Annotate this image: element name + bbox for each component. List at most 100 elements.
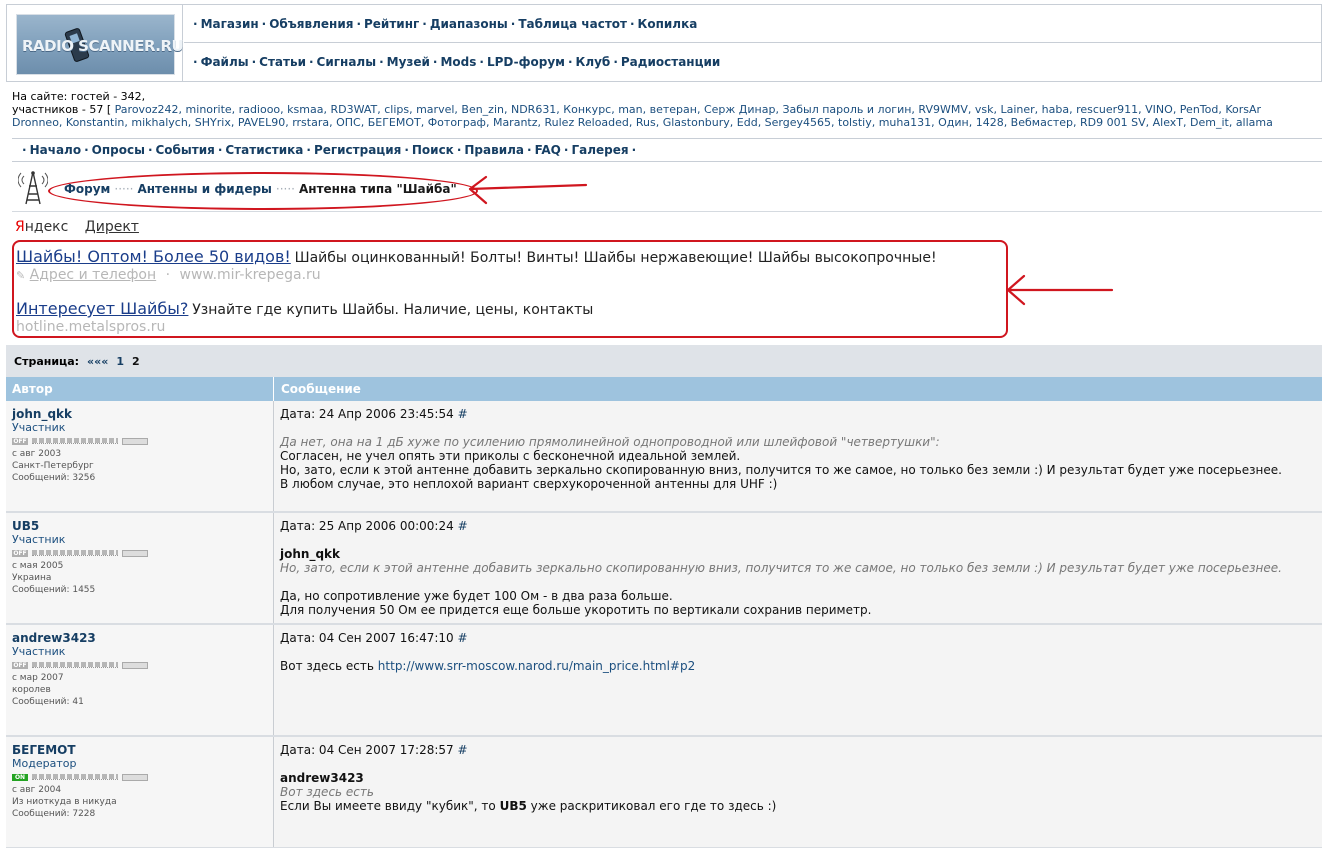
annotation-arrow-ads bbox=[1006, 274, 1114, 306]
ad-1: Шайбы! Оптом! Более 50 видов! Шайбы оцин… bbox=[16, 247, 937, 266]
post-message-cell: Дата: 04 Сен 2007 16:47:10 # Вот здесь е… bbox=[275, 625, 1322, 735]
annotation-arrow-breadcrumb bbox=[468, 175, 588, 205]
nav-signals[interactable]: Сигналы bbox=[317, 55, 377, 69]
nav-lpd-forum[interactable]: LPD-форум bbox=[487, 55, 565, 69]
nav-articles[interactable]: Статьи bbox=[259, 55, 306, 69]
pagination-page-1[interactable]: 1 bbox=[116, 355, 124, 368]
menu-polls[interactable]: Опросы bbox=[92, 143, 145, 157]
post-date: Дата: 04 Сен 2007 17:28:57 # bbox=[280, 743, 1317, 757]
post-permalink[interactable]: # bbox=[458, 407, 468, 421]
author-since: с мая 2005 bbox=[12, 561, 64, 571]
nav-shop[interactable]: Магазин bbox=[201, 17, 259, 31]
top-nav-row-2: · Файлы · Статьи · Сигналы · Музей · Mods · LP… bbox=[193, 55, 721, 69]
author-location: Из ниоткуда в никуда bbox=[12, 797, 117, 807]
author-since: с авг 2003 bbox=[12, 449, 62, 459]
online-users: На сайте: гостей - 342, участников - 57 … bbox=[12, 90, 1322, 129]
online-status-badge: OFF bbox=[12, 661, 28, 669]
post-permalink[interactable]: # bbox=[458, 743, 468, 757]
rank-bar bbox=[32, 774, 118, 780]
rank-box bbox=[122, 437, 148, 445]
author-name[interactable]: UB5 bbox=[12, 519, 267, 533]
author-name[interactable]: БЕГЕМОТ bbox=[12, 743, 267, 757]
post-message-cell: Дата: 04 Сен 2007 17:28:57 # andrew3423 … bbox=[275, 737, 1322, 847]
author-name[interactable]: john_qkk bbox=[12, 407, 267, 421]
top-nav-row-1: · Магазин · Объявления · Рейтинг · Диапазоны… bbox=[184, 5, 1322, 43]
menu-rules[interactable]: Правила bbox=[464, 143, 524, 157]
post-author-cell: andrew3423 Участник OFF с мар 2007 короле… bbox=[6, 625, 274, 735]
nav-radio-stations[interactable]: Радиостанции bbox=[621, 55, 720, 69]
post: john_qkk Участник OFF с авг 2003 Санкт-Пе… bbox=[6, 401, 1322, 513]
ad-2-title[interactable]: Интересует Шайбы? bbox=[16, 299, 188, 318]
post-body-text: Вот здесь есть bbox=[280, 659, 374, 673]
post-body-line: Да, но сопротивление уже будет 100 Ом - … bbox=[280, 589, 673, 603]
post-body-text: уже раскритиковал его где то здесь :) bbox=[530, 799, 777, 813]
nav-piggybank[interactable]: Копилка bbox=[638, 17, 698, 31]
author-rank: OFF bbox=[12, 436, 267, 446]
menu-gallery[interactable]: Галерея bbox=[571, 143, 628, 157]
site-logo[interactable]: RADIO SCANNER.RU bbox=[16, 14, 184, 75]
post-permalink[interactable]: # bbox=[458, 519, 468, 533]
quote-author: andrew3423 bbox=[280, 771, 364, 785]
breadcrumb: Форум ····· Антенны и фидеры ····· Антенна т… bbox=[64, 182, 457, 196]
breadcrumb-section[interactable]: Антенны и фидеры bbox=[137, 182, 271, 196]
ad-1-address-link[interactable]: Адрес и телефон bbox=[30, 267, 156, 283]
site-header: RADIO SCANNER.RU · Магазин · Объявления · Р… bbox=[6, 4, 1322, 82]
menu-search[interactable]: Поиск bbox=[412, 143, 454, 157]
menu-stats[interactable]: Статистика bbox=[225, 143, 303, 157]
logo-text: RADIO SCANNER.RU bbox=[22, 37, 184, 55]
nav-mods[interactable]: Mods bbox=[440, 55, 476, 69]
column-message: Сообщение bbox=[281, 382, 361, 396]
phone-icon: ✎ bbox=[16, 269, 26, 282]
nav-club[interactable]: Клуб bbox=[576, 55, 611, 69]
post: andrew3423 Участник OFF с мар 2007 короле… bbox=[6, 625, 1322, 737]
post-body-bold: UB5 bbox=[499, 799, 527, 813]
nav-ranges[interactable]: Диапазоны bbox=[430, 17, 508, 31]
post-date: Дата: 25 Апр 2006 00:00:24 # bbox=[280, 519, 1317, 533]
pagination-first[interactable]: ««« bbox=[87, 355, 108, 368]
breadcrumb-forum[interactable]: Форум bbox=[64, 182, 110, 196]
yandex-logo-rest: ндекс bbox=[24, 219, 69, 235]
menu-register[interactable]: Регистрация bbox=[314, 143, 401, 157]
author-role: Участник bbox=[12, 421, 66, 434]
author-name[interactable]: andrew3423 bbox=[12, 631, 267, 645]
breadcrumb-area: Форум ····· Антенны и фидеры ····· Антенна т… bbox=[12, 166, 1322, 212]
pagination-page-2: 2 bbox=[132, 354, 140, 368]
post-permalink[interactable]: # bbox=[458, 631, 468, 645]
post-date: Дата: 04 Сен 2007 16:47:10 # bbox=[280, 631, 1317, 645]
menu-events[interactable]: События bbox=[156, 143, 215, 157]
ad-1-url[interactable]: www.mir-krepega.ru bbox=[180, 267, 321, 283]
post-body-line: Согласен, не учел опять эти приколы с бе… bbox=[280, 449, 741, 463]
author-messages: Сообщений: 41 bbox=[12, 697, 84, 707]
direct-link[interactable]: Директ bbox=[85, 219, 139, 235]
author-role: Модератор bbox=[12, 757, 77, 770]
menu-faq[interactable]: FAQ bbox=[535, 143, 561, 157]
post-author-cell: UB5 Участник OFF с мая 2005 Украина Сообще… bbox=[6, 513, 274, 623]
post-link[interactable]: http://www.srr-moscow.narod.ru/main_pric… bbox=[378, 659, 695, 673]
ad-1-title[interactable]: Шайбы! Оптом! Более 50 видов! bbox=[16, 247, 291, 266]
online-user-list-1[interactable]: Parovoz242, minorite, radiooo, ksmaa, RD… bbox=[115, 103, 1261, 116]
rank-box bbox=[122, 549, 148, 557]
pagination: Страница: ««« 1 2 bbox=[6, 345, 1322, 377]
ad-2-url[interactable]: hotline.metalspros.ru bbox=[16, 319, 165, 335]
nav-rating[interactable]: Рейтинг bbox=[364, 17, 419, 31]
menu-home[interactable]: Начало bbox=[30, 143, 82, 157]
post-date-text: Дата: 25 Апр 2006 00:00:24 bbox=[280, 519, 454, 533]
nav-files[interactable]: Файлы bbox=[201, 55, 249, 69]
post-body-line: Для получения 50 Ом ее придется еще боль… bbox=[280, 603, 872, 617]
table-header: Автор Сообщение bbox=[6, 377, 1322, 401]
post-date-text: Дата: 04 Сен 2007 16:47:10 bbox=[280, 631, 454, 645]
logo-container: RADIO SCANNER.RU bbox=[7, 5, 184, 81]
members-line: участников - 57 [ Parovoz242, minorite, … bbox=[12, 103, 1322, 116]
author-location: Санкт-Петербург bbox=[12, 461, 94, 471]
post-body-line: Если Вы имеете ввиду "кубик", то UB5 уже… bbox=[280, 799, 1317, 813]
author-location: королев bbox=[12, 685, 51, 695]
online-user-list-2[interactable]: Dronneo, Konstantin, mikhalych, SHYrix, … bbox=[12, 116, 1322, 129]
nav-museum[interactable]: Музей bbox=[387, 55, 430, 69]
author-meta: с мар 2007 королев Сообщений: 41 bbox=[12, 672, 267, 708]
nav-freq-table[interactable]: Таблица частот bbox=[518, 17, 627, 31]
author-since: с авг 2004 bbox=[12, 785, 62, 795]
author-rank: ON bbox=[12, 772, 267, 782]
members-count: участников - 57 [ bbox=[12, 103, 112, 116]
post-body-line: Вот здесь есть http://www.srr-moscow.nar… bbox=[280, 659, 1317, 673]
nav-ads[interactable]: Объявления bbox=[269, 17, 353, 31]
